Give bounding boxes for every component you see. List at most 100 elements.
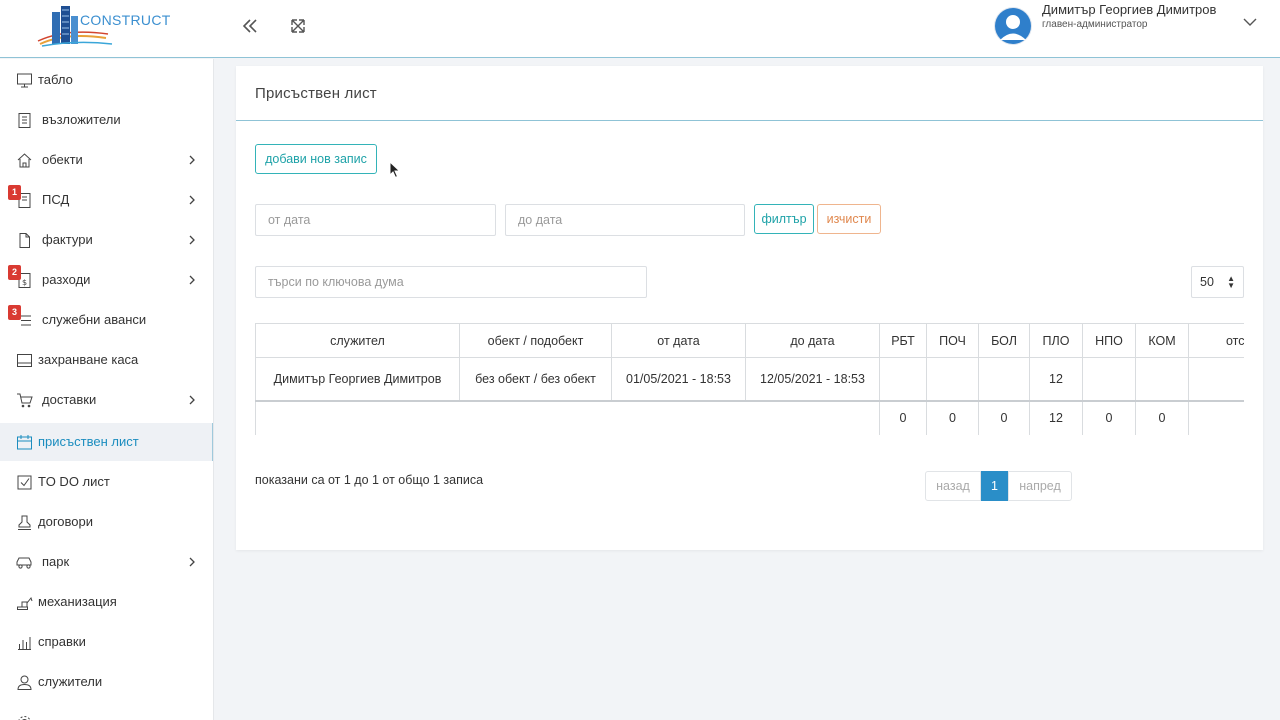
svg-text:$: $ [22, 278, 27, 287]
sidebar-item-invoices[interactable]: фактури [0, 221, 213, 259]
sidebar-item-label: табло [38, 72, 73, 87]
column-header[interactable]: КОМ [1135, 323, 1189, 358]
column-header[interactable]: до дата [745, 323, 880, 358]
to-date-input[interactable] [505, 204, 745, 236]
bar-chart-icon [18, 637, 31, 650]
chevron-right-icon [189, 195, 195, 205]
table-cell [1082, 357, 1136, 401]
records-info: показани са от 1 до 1 от общо 1 записа [255, 473, 484, 487]
page-title: Присъствен лист [255, 85, 377, 102]
logo[interactable]: CONSTRUCT [36, 4, 170, 50]
sidebar-item-reports[interactable]: справки [0, 623, 213, 661]
sidebar-item-label: доставки [42, 392, 97, 407]
sidebar-item-todo[interactable]: TO DO лист [0, 463, 213, 501]
sidebar-item-label: фактури [42, 232, 93, 247]
total-cell: 0 [879, 399, 927, 435]
filter-button[interactable]: филтър [754, 204, 814, 234]
column-header[interactable]: служител [255, 323, 460, 358]
checkbox-icon [17, 475, 32, 490]
table-cell: 01/05/2021 - 18:53 [611, 357, 746, 401]
sidebar-item-clients[interactable]: възложители [0, 101, 213, 139]
sidebar-item-settings[interactable] [0, 703, 213, 720]
sidebar-item-expenses[interactable]: $ 2 разходи [0, 261, 213, 299]
notification-badge: 2 [8, 265, 21, 280]
from-date-input[interactable] [255, 204, 496, 236]
sidebar-item-cash[interactable]: захранване каса [0, 341, 213, 379]
cart-icon [17, 393, 33, 408]
sidebar: табло възложители обекти 1 ПСД фактури $… [0, 59, 214, 720]
table-cell: 12 [1029, 357, 1083, 401]
divider [236, 120, 1263, 121]
chevron-down-icon[interactable] [1240, 12, 1260, 32]
sidebar-item-dashboard[interactable]: табло [0, 61, 213, 99]
column-header[interactable]: РБТ [879, 323, 927, 358]
sidebar-item-label: ПСД [42, 192, 70, 207]
chevron-right-icon [189, 155, 195, 165]
sidebar-item-label: възложители [42, 112, 121, 127]
gear-icon [18, 716, 31, 720]
total-cell: 0 [1135, 399, 1189, 435]
sidebar-item-machinery[interactable]: механизация [0, 583, 213, 621]
avatar[interactable] [994, 7, 1032, 45]
sidebar-item-label: разходи [42, 272, 91, 287]
monitor-icon [17, 73, 32, 88]
user-icon [17, 675, 32, 690]
sidebar-item-label: служители [38, 674, 103, 689]
sidebar-item-attendance[interactable]: присъствен лист [0, 423, 213, 461]
sidebar-item-contracts[interactable]: договори [0, 503, 213, 541]
column-header[interactable]: БОЛ [978, 323, 1030, 358]
table-cell: 0. [1188, 357, 1244, 401]
clear-button[interactable]: изчисти [817, 204, 881, 234]
collapse-sidebar-icon[interactable] [239, 14, 261, 38]
add-record-button[interactable]: добави нов запис [255, 144, 377, 174]
chevron-right-icon [189, 557, 195, 567]
column-header[interactable]: НПО [1082, 323, 1136, 358]
document-icon [18, 113, 31, 128]
chevron-right-icon [189, 275, 195, 285]
logo-text: CONSTRUCT [80, 12, 171, 28]
column-header[interactable]: от дата [611, 323, 746, 358]
total-cell: 0 [978, 399, 1030, 435]
column-header[interactable]: ПЛО [1029, 323, 1083, 358]
stamp-icon [18, 515, 31, 530]
totals-row: 0 0 0 12 0 0 [255, 399, 1244, 435]
total-cell: 0 [926, 399, 979, 435]
table-cell [978, 357, 1030, 401]
sidebar-item-label: служебни аванси [42, 312, 147, 327]
prev-page-button[interactable]: назад [925, 471, 981, 501]
column-header[interactable]: отсъстващ [1188, 323, 1244, 358]
sidebar-item-employees[interactable]: служители [0, 663, 213, 701]
notification-badge: 3 [8, 305, 21, 320]
table-cell [1135, 357, 1189, 401]
sidebar-item-deliveries[interactable]: доставки [0, 381, 213, 419]
page-1-button[interactable]: 1 [981, 471, 1008, 501]
page-size-select[interactable]: 50 ▲ ▼ [1191, 266, 1244, 298]
column-header[interactable]: ПОЧ [926, 323, 979, 358]
sidebar-item-fleet[interactable]: парк [0, 543, 213, 581]
table-cell [926, 357, 979, 401]
table-cell: 12/05/2021 - 18:53 [745, 357, 880, 401]
total-cell [1188, 399, 1244, 435]
table-row[interactable]: Димитър Георгиев Димитров без обект / бе… [255, 357, 1244, 401]
sidebar-item-objects[interactable]: обекти [0, 141, 213, 179]
column-header[interactable]: обект / подобект [459, 323, 612, 358]
fullscreen-icon[interactable] [287, 14, 309, 38]
cash-register-icon [17, 354, 32, 367]
calendar-icon [17, 435, 32, 450]
sidebar-item-psd[interactable]: 1 ПСД [0, 181, 213, 219]
chevron-right-icon [189, 235, 195, 245]
table-header-row: служител обект / подобект от дата до дат… [255, 323, 1244, 358]
excavator-icon [17, 596, 33, 610]
table-cell [879, 357, 927, 401]
total-cell: 0 [1082, 399, 1136, 435]
next-page-button[interactable]: напред [1008, 471, 1072, 501]
sidebar-item-advances[interactable]: 3 служебни аванси [0, 301, 213, 339]
user-name[interactable]: Димитър Георгиев Димитров [1042, 2, 1216, 17]
sidebar-item-label: обекти [42, 152, 83, 167]
pagination: назад 1 напред [925, 471, 1072, 501]
sidebar-item-label: захранване каса [38, 352, 139, 367]
search-input[interactable] [255, 266, 647, 298]
table-cell: без обект / без обект [459, 357, 612, 401]
sidebar-item-label: механизация [38, 594, 117, 609]
page-size-value: 50 [1200, 275, 1214, 289]
